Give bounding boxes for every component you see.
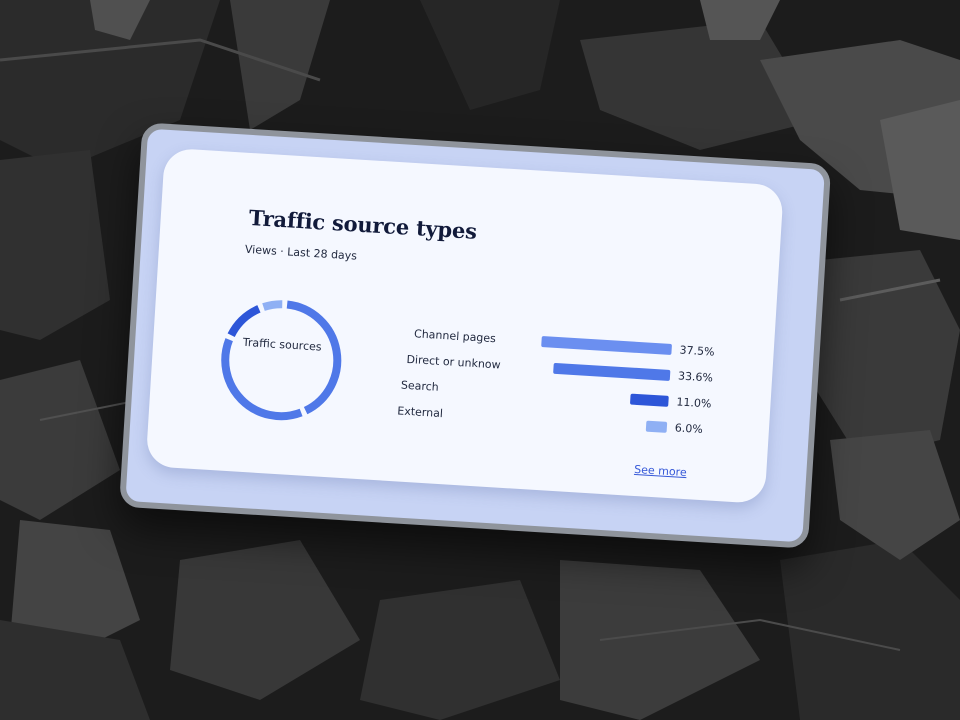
traffic-card: Traffic source types Views · Last 28 day…: [145, 147, 784, 504]
category-label: Direct or unknow: [406, 353, 501, 372]
donut-segment: [227, 305, 261, 338]
donut-svg: [221, 300, 342, 421]
bar: [645, 420, 668, 433]
value-label: 33.6%: [678, 369, 714, 384]
category-label: External: [397, 404, 443, 420]
bar: [553, 362, 671, 381]
value-label: 6.0%: [674, 421, 703, 436]
donut-segment: [262, 300, 283, 311]
card-subtitle: Views · Last 28 days: [244, 242, 358, 263]
card-title: Traffic source types: [248, 204, 478, 244]
bar-chart: Channel pages 37.5% Direct or unknow 33.6% S…: [397, 327, 715, 436]
category-label: Channel pages: [414, 327, 497, 345]
see-more-link[interactable]: See more: [634, 463, 687, 479]
category-label: Search: [401, 379, 440, 394]
card-frame: Traffic source types Views · Last 28 day…: [119, 122, 832, 549]
value-label: 37.5%: [679, 344, 715, 359]
bar: [630, 393, 669, 407]
bar: [541, 336, 672, 355]
donut-segment: [286, 300, 342, 415]
value-label: 11.0%: [676, 395, 712, 410]
donut-chart: Traffic sources: [215, 293, 348, 426]
